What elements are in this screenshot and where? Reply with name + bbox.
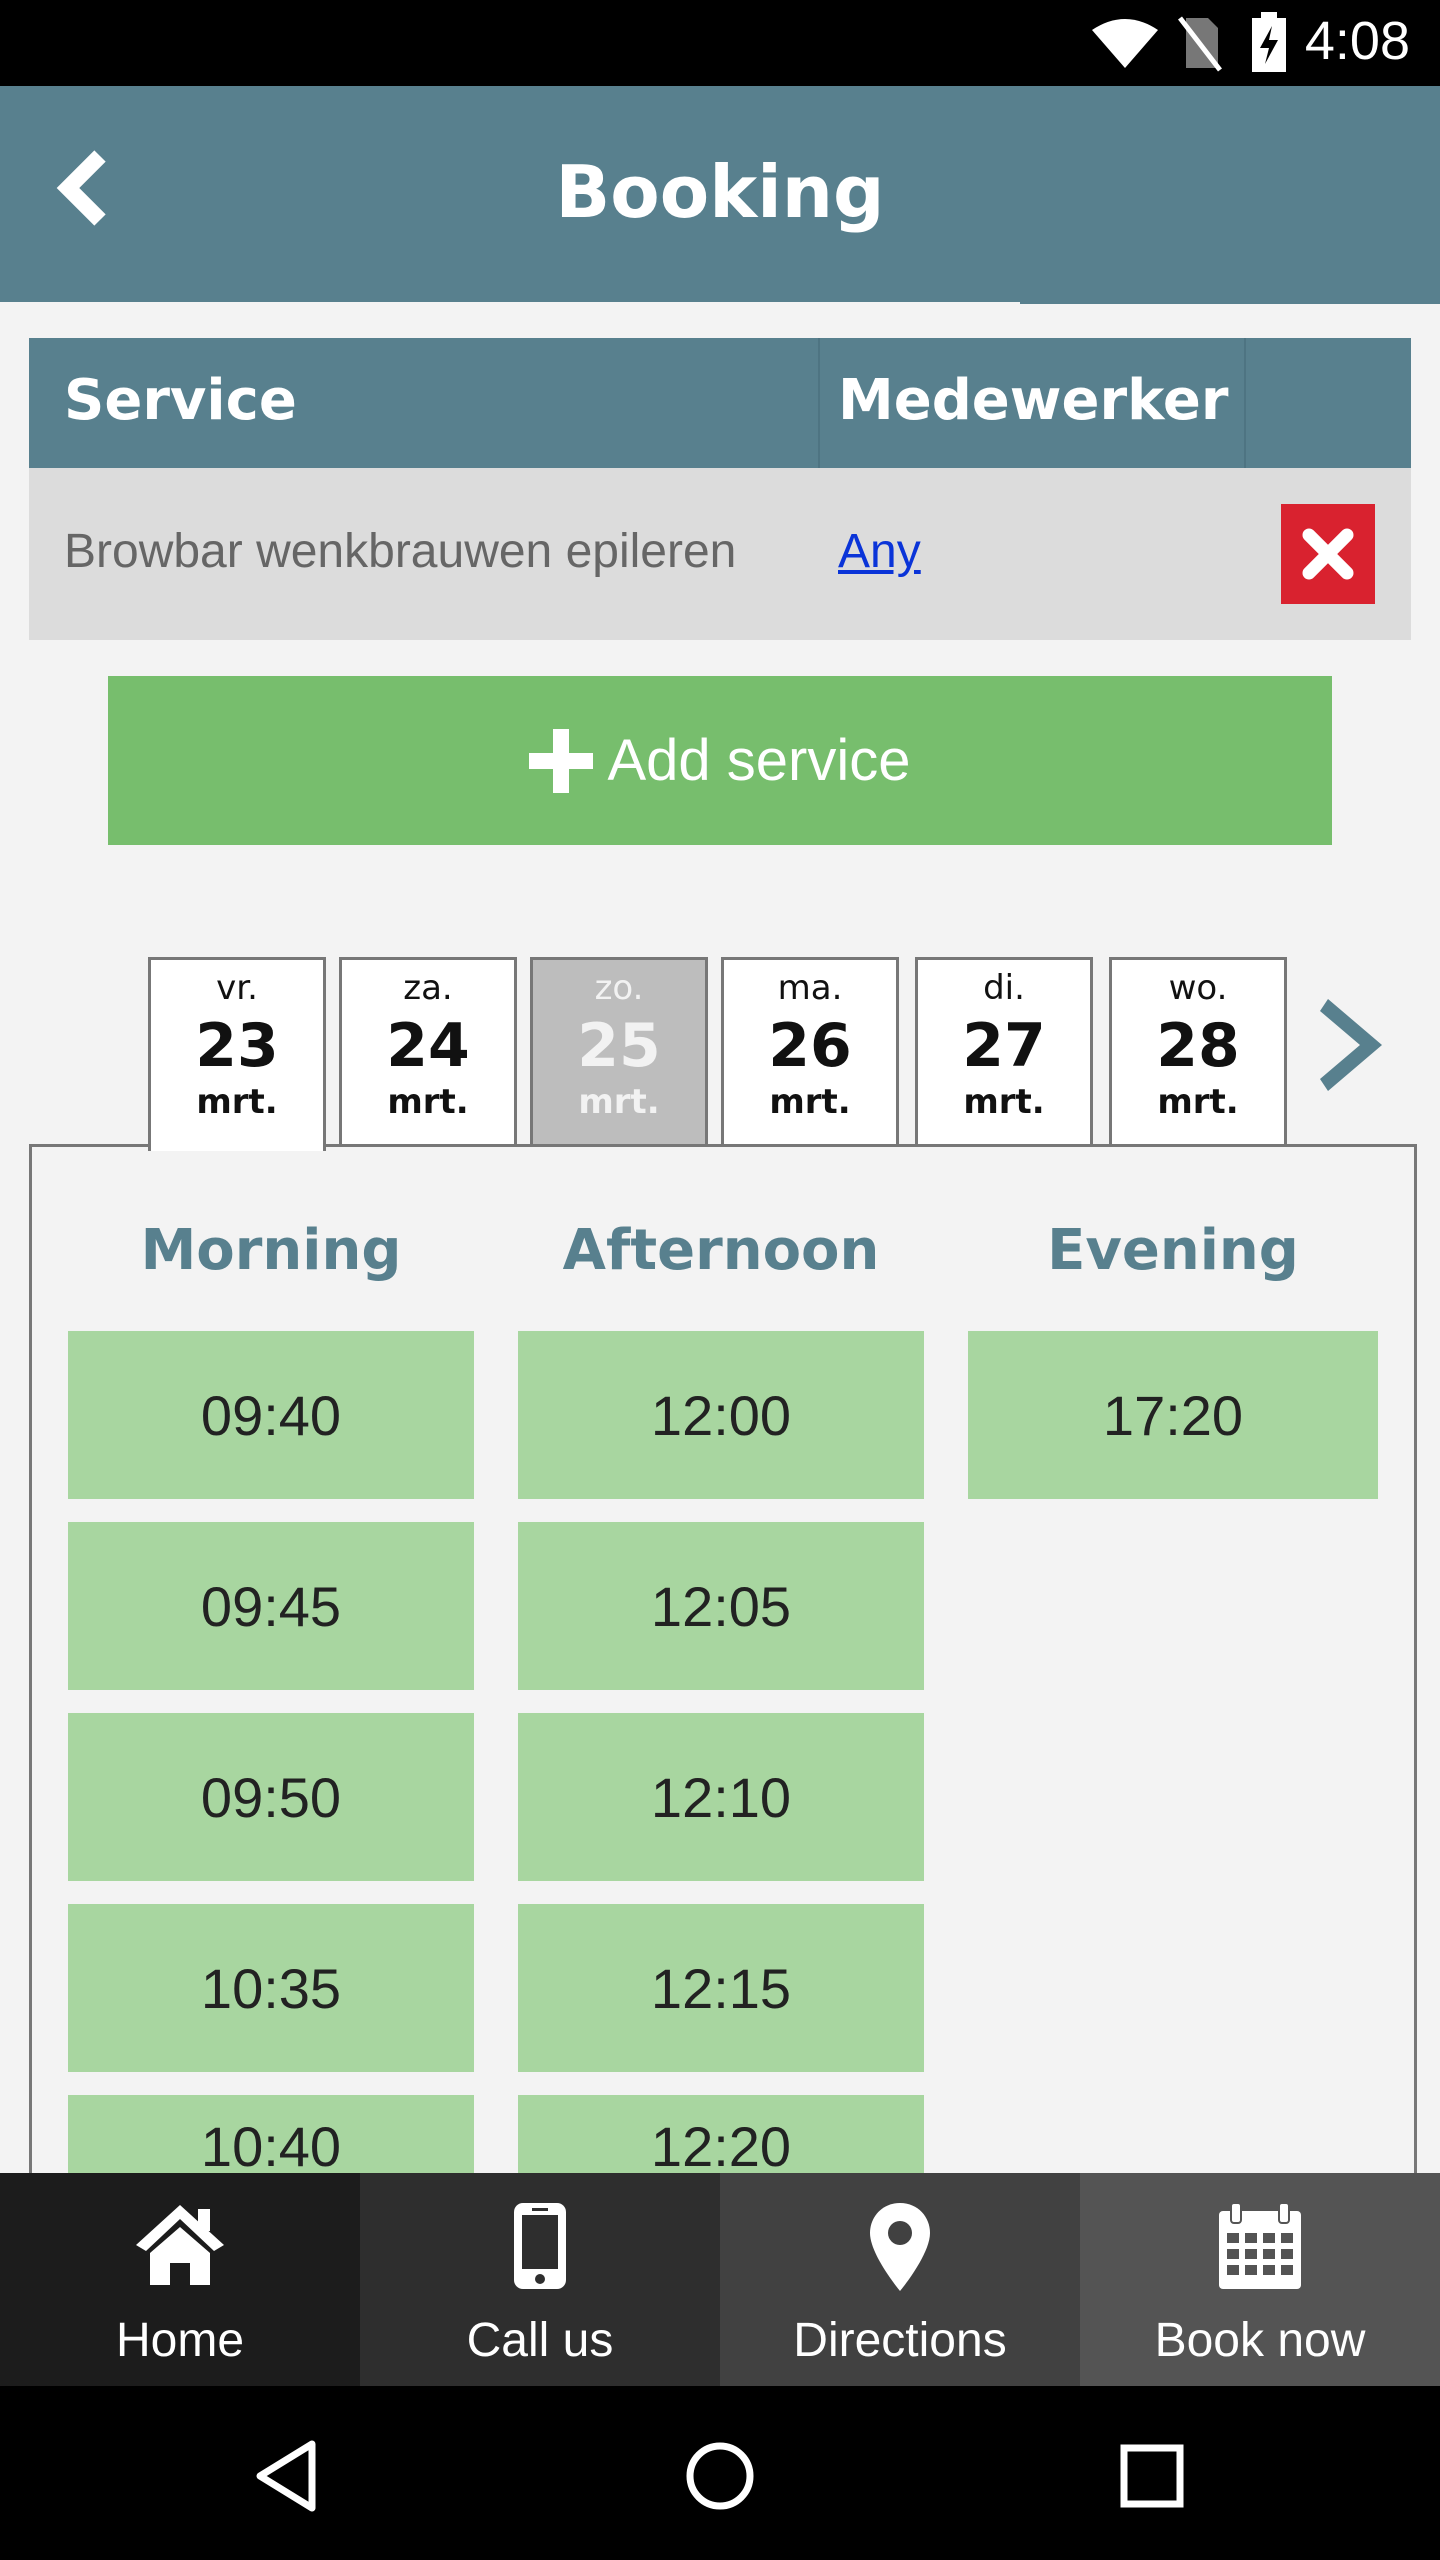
column-divider — [1244, 338, 1246, 468]
date-tab[interactable]: wo. 28 mrt. — [1109, 957, 1287, 1145]
time-slot-button[interactable]: 12:05 — [518, 1522, 924, 1690]
time-slot-button[interactable]: 12:15 — [518, 1904, 924, 2072]
system-back-icon[interactable] — [250, 2436, 330, 2516]
date-weekday: za. — [403, 968, 453, 1008]
date-weekday: di. — [983, 968, 1025, 1008]
morning-heading: Morning — [140, 1218, 402, 1283]
date-month: mrt. — [387, 1082, 469, 1122]
date-month: mrt. — [196, 1082, 278, 1122]
time-slot-button[interactable]: 12:10 — [518, 1713, 924, 1881]
time-slot-button[interactable]: 17:20 — [968, 1331, 1378, 1499]
phone-icon — [514, 2203, 566, 2289]
date-day: 23 — [195, 1011, 279, 1081]
nav-item-label: Call us — [466, 2314, 614, 2367]
date-month: mrt. — [1157, 1082, 1239, 1122]
time-slot-button[interactable]: 12:20 — [518, 2095, 924, 2173]
time-slot-button[interactable]: 10:40 — [68, 2095, 474, 2173]
app-bar-underline — [1020, 300, 1440, 304]
date-weekday: ma. — [777, 968, 843, 1008]
nav-item-directions[interactable]: Directions — [720, 2173, 1080, 2386]
date-weekday: wo. — [1168, 968, 1228, 1008]
time-slot-button[interactable]: 09:40 — [68, 1331, 474, 1499]
date-tab[interactable]: ma. 26 mrt. — [721, 957, 899, 1145]
date-tab[interactable]: di. 27 mrt. — [915, 957, 1093, 1145]
date-day: 27 — [962, 1011, 1046, 1081]
date-month: mrt. — [769, 1082, 851, 1122]
status-time: 4:08 — [1304, 11, 1410, 71]
date-month: mrt. — [963, 1082, 1045, 1122]
staff-column-header: Medewerker — [838, 368, 1229, 433]
wifi-icon — [1092, 19, 1158, 68]
page-title: Booking — [555, 150, 885, 234]
date-day: 28 — [1156, 1011, 1240, 1081]
date-weekday: vr. — [216, 968, 258, 1008]
nav-item-call-us[interactable]: Call us — [360, 2173, 720, 2386]
time-slot-button[interactable]: 09:50 — [68, 1713, 474, 1881]
service-column-header: Service — [64, 368, 297, 433]
system-home-icon[interactable] — [680, 2436, 760, 2516]
date-tab: zo. 25 mrt. — [530, 957, 708, 1145]
nav-item-label: Home — [115, 2314, 245, 2367]
time-slot-button[interactable]: 12:00 — [518, 1331, 924, 1499]
close-icon — [1302, 528, 1354, 580]
calendar-icon — [1219, 2202, 1301, 2289]
date-day: 26 — [768, 1011, 852, 1081]
time-slot-button[interactable]: 09:45 — [68, 1522, 474, 1690]
evening-heading: Evening — [1047, 1218, 1299, 1283]
staff-select-link[interactable]: Any — [838, 524, 921, 579]
nav-item-book-now[interactable]: Book now — [1080, 2173, 1440, 2386]
column-divider — [818, 338, 820, 468]
nav-item-home[interactable]: Home — [0, 2173, 360, 2386]
plus-icon — [529, 728, 594, 793]
date-day: 25 — [577, 1011, 661, 1081]
time-slot-button[interactable]: 10:35 — [68, 1904, 474, 2072]
add-service-button[interactable]: Add service — [108, 676, 1332, 845]
system-recents-icon[interactable] — [1112, 2436, 1192, 2516]
date-day: 24 — [386, 1011, 470, 1081]
service-name: Browbar wenkbrauwen epileren — [64, 525, 737, 578]
no-sim-icon — [1178, 16, 1222, 72]
date-tab[interactable]: za. 24 mrt. — [339, 957, 517, 1145]
date-tab[interactable]: vr. 23 mrt. — [148, 957, 326, 1151]
nav-item-label: Directions — [793, 2314, 1007, 2367]
time-slots-panel — [29, 1144, 1417, 2244]
date-weekday: zo. — [594, 968, 644, 1008]
add-service-label: Add service — [607, 728, 911, 793]
map-pin-icon — [870, 2203, 930, 2291]
home-icon — [136, 2205, 224, 2285]
date-month: mrt. — [578, 1082, 660, 1122]
status-bar: 4:08 — [0, 0, 1440, 86]
remove-service-button[interactable] — [1281, 504, 1375, 604]
next-dates-arrow[interactable] — [1316, 995, 1396, 1095]
afternoon-heading: Afternoon — [562, 1218, 880, 1283]
nav-item-label: Book now — [1154, 2314, 1366, 2367]
battery-charging-icon — [1252, 12, 1286, 72]
